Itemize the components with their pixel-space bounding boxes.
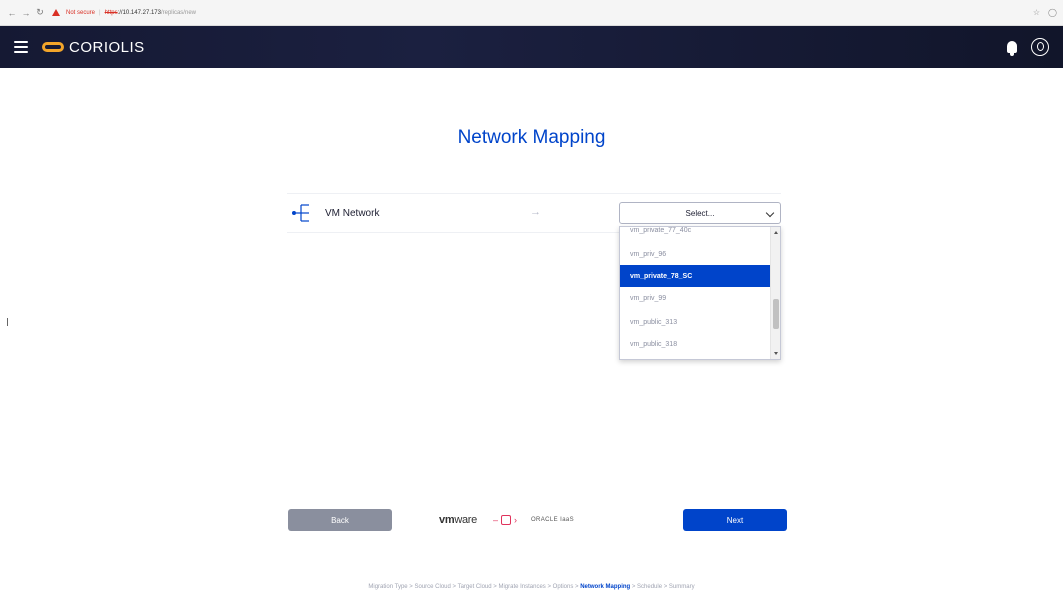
app-header: CORIOLIS (0, 26, 1063, 68)
network-options-dropdown: vm_private_77_40c vm_priv_96 vm_private_… (619, 226, 781, 360)
select-placeholder: Select... (685, 208, 715, 218)
dropdown-option-selected[interactable]: vm_private_78_SC (620, 265, 770, 287)
back-button[interactable]: Back (288, 509, 392, 531)
dropdown-scrollbar[interactable] (770, 227, 780, 359)
page-title: Network Mapping (457, 127, 606, 148)
logo-ring-icon (42, 42, 64, 52)
wizard-breadcrumb: Migration Type > Source Cloud > Target C… (368, 584, 695, 590)
dropdown-option[interactable]: vm_public_313 (620, 311, 770, 333)
reload-icon[interactable]: ↻ (34, 7, 46, 19)
step-schedule: Schedule (637, 584, 663, 590)
chevron-down-icon (765, 208, 775, 218)
coriolis-logo[interactable]: CORIOLIS (42, 39, 145, 56)
browser-toolbar: ← → ↻ Not secure | https://10.147.27.173… (0, 0, 1063, 26)
address-separator: | (99, 9, 101, 16)
page-edge-mark (7, 318, 8, 326)
bookmark-star-icon[interactable]: ☆ (1033, 8, 1040, 17)
dropdown-option[interactable]: vm_priv_96 (620, 243, 770, 265)
migrate-arrow-icon: – › (492, 515, 517, 525)
mapping-arrow-icon: → (530, 206, 541, 218)
target-network-select[interactable]: Select... (619, 202, 781, 224)
oracle-logo: ORACLE IaaS (530, 517, 575, 523)
step-target-cloud: Target Cloud (457, 584, 492, 590)
scroll-down-icon[interactable] (774, 352, 778, 355)
browser-menu-icon[interactable]: ◯ (1048, 8, 1057, 17)
step-network-mapping: Network Mapping (580, 584, 631, 590)
scroll-up-icon[interactable] (774, 231, 778, 234)
vmware-logo: vmware (439, 514, 477, 526)
step-migration-type: Migration Type (368, 584, 408, 590)
address-bar[interactable]: Not secure | https://10.147.27.173/repli… (52, 5, 196, 21)
next-button[interactable]: Next (683, 509, 787, 531)
dropdown-option[interactable]: vm_private_77_40c (620, 227, 770, 241)
step-source-cloud: Source Cloud (414, 584, 451, 590)
logo-text: CORIOLIS (69, 38, 145, 56)
migration-endpoints: vmware – › ORACLE IaaS (439, 511, 639, 529)
warning-icon (52, 9, 60, 16)
dropdown-option[interactable]: vm_public_318 (620, 333, 770, 355)
scrollbar-thumb[interactable] (773, 299, 779, 329)
network-icon (291, 202, 313, 224)
step-options: Options (552, 584, 574, 590)
back-arrow-icon[interactable]: ← (6, 7, 18, 19)
hamburger-menu-icon[interactable] (14, 41, 28, 53)
notification-bell-icon[interactable] (1007, 41, 1017, 56)
step-summary: Summary (668, 584, 695, 590)
source-network-label: VM Network (325, 207, 380, 219)
not-secure-label: Not secure (66, 9, 96, 16)
forward-arrow-icon[interactable]: → (20, 7, 32, 19)
url-text: https://10.147.27.173/replicas/new (104, 9, 196, 16)
user-profile-icon[interactable] (1031, 38, 1049, 56)
step-migrate-instances: Migrate Instances (498, 584, 546, 590)
dropdown-option[interactable]: vm_priv_99 (620, 287, 770, 309)
